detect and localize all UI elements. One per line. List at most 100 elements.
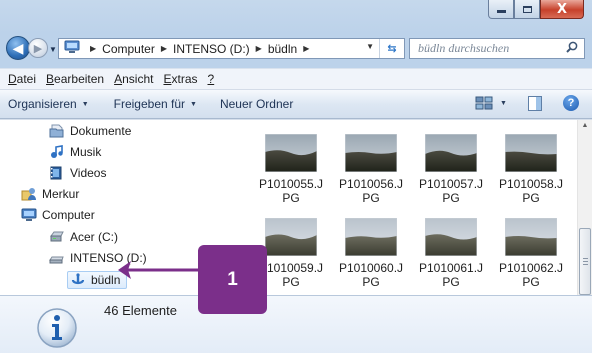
breadcrumb-budln[interactable]: büdln (268, 42, 297, 56)
search-box[interactable]: büdln durchsuchen (409, 38, 585, 59)
back-button[interactable]: ◀ (6, 36, 30, 60)
file-name-line: P1010056.J (338, 177, 404, 191)
organize-button[interactable]: Organisieren ▼ (8, 97, 89, 111)
folder-icon (70, 273, 86, 287)
file-name-line: PG (522, 191, 540, 205)
photo-thumbnail[interactable] (504, 133, 558, 173)
breadcrumb-separator-icon[interactable]: ▶ (161, 44, 167, 53)
preview-pane-button[interactable] (528, 96, 542, 114)
refresh-icon: ⇆ (387, 43, 397, 55)
file-name[interactable]: P1010062.J PG (496, 261, 566, 289)
file-name-line: P1010061.J (418, 261, 484, 275)
info-icon (35, 306, 79, 353)
refresh-button[interactable]: ⇆ (379, 39, 404, 58)
file-name-line: P1010057.J (418, 177, 484, 191)
search-icon[interactable] (566, 41, 578, 56)
photo-thumbnail[interactable] (504, 217, 558, 257)
videos-icon (49, 166, 65, 180)
file-name-line: PG (282, 191, 300, 205)
menu-extras[interactable]: Extras (163, 72, 197, 86)
file-name-line: P1010060.J (338, 261, 404, 275)
file-list-pane: P1010055.J PG P1010056.J PG P1010057.J PG P101… (244, 120, 592, 295)
tree-item-merkur[interactable]: Merkur (21, 187, 79, 201)
file-name[interactable]: P1010057.J PG (416, 177, 486, 205)
change-view-button[interactable]: ▼ (475, 96, 507, 110)
help-button[interactable]: ? (563, 95, 579, 111)
photo-thumbnail[interactable] (344, 133, 398, 173)
file-name-line: PG (362, 275, 380, 289)
breadcrumb-intenso[interactable]: INTENSO (D:) (173, 42, 250, 56)
address-bar[interactable]: ▶ Computer ▶ INTENSO (D:) ▶ büdln ▶ ▼ ⇆ (58, 38, 405, 59)
content-area: Dokumente Musik Videos Merkur Computer A… (0, 119, 592, 295)
photo-thumbnail[interactable] (424, 133, 478, 173)
address-dropdown-icon[interactable]: ▼ (366, 42, 374, 51)
file-name-line: PG (442, 275, 460, 289)
file-name[interactable]: P1010061.J PG (416, 261, 486, 289)
tree-item-videos[interactable]: Videos (49, 166, 106, 180)
minimize-button[interactable] (488, 0, 514, 19)
tree-item-intenso-drive[interactable]: INTENSO (D:) (49, 251, 147, 265)
minimize-icon (496, 10, 506, 13)
dropdown-arrow-icon: ▼ (81, 100, 89, 108)
computer-icon (21, 208, 37, 222)
photo-thumbnail[interactable] (424, 217, 478, 257)
maximize-icon (522, 5, 532, 13)
maximize-button[interactable] (514, 0, 540, 19)
share-button[interactable]: Freigeben für ▼ (114, 97, 197, 111)
drive-icon (49, 230, 65, 244)
file-name-line: PG (522, 275, 540, 289)
details-pane: 46 Elemente (0, 295, 592, 353)
computer-location-icon (64, 40, 80, 57)
tree-item-computer[interactable]: Computer (21, 208, 95, 222)
scroll-up-icon[interactable]: ▲ (578, 122, 592, 129)
view-options-icon (475, 96, 493, 110)
new-folder-button[interactable]: Neuer Ordner (220, 97, 293, 111)
menu-bearbeiten[interactable]: Bearbeiten (46, 72, 104, 86)
close-icon: X (556, 1, 568, 17)
file-name-line: P1010062.J (498, 261, 564, 275)
breadcrumb-separator-icon[interactable]: ▶ (303, 44, 309, 53)
forward-arrow-icon: ▶ (33, 42, 43, 55)
user-icon (21, 187, 37, 201)
file-name-line: P1010055.J (258, 177, 324, 191)
search-input[interactable]: büdln durchsuchen (410, 41, 566, 56)
file-name[interactable]: P1010055.J PG (256, 177, 326, 205)
explorer-window: X ◀ ▶ ▼ ▶ Computer ▶ INTENSO (D:) ▶ büdl… (0, 0, 592, 353)
file-name-line: PG (362, 191, 380, 205)
file-name-line: P1010058.J (498, 177, 564, 191)
close-button[interactable]: X (540, 0, 584, 19)
photo-thumbnail[interactable] (264, 133, 318, 173)
tree-item-budln[interactable]: büdln (67, 271, 128, 289)
menu-bar: Datei Bearbeiten Ansicht Extras ? (0, 68, 592, 90)
breadcrumb-separator-icon[interactable]: ▶ (256, 44, 262, 53)
dropdown-arrow-icon: ▼ (500, 99, 507, 107)
menu-help[interactable]: ? (208, 72, 215, 86)
dropdown-arrow-icon: ▼ (190, 100, 197, 108)
back-arrow-icon: ◀ (12, 39, 24, 56)
file-name[interactable]: P1010060.J PG (336, 261, 406, 289)
caption-buttons: X (488, 0, 584, 20)
tree-item-dokumente[interactable]: Dokumente (49, 124, 131, 138)
item-count: 46 Elemente (104, 303, 177, 318)
music-icon (49, 145, 65, 159)
recent-pages-dropdown[interactable]: ▼ (49, 45, 57, 54)
tree-item-acer-drive[interactable]: Acer (C:) (49, 230, 118, 244)
menu-datei[interactable]: Datei (8, 72, 36, 86)
tree-item-musik[interactable]: Musik (49, 145, 101, 159)
file-pane-scrollbar[interactable]: ▲ (577, 120, 592, 295)
navigation-pane: Dokumente Musik Videos Merkur Computer A… (0, 120, 228, 295)
forward-button[interactable]: ▶ (28, 38, 48, 58)
file-name[interactable]: P1010058.J PG (496, 177, 566, 205)
breadcrumb-computer[interactable]: Computer (102, 42, 155, 56)
photo-thumbnail[interactable] (344, 217, 398, 257)
help-icon: ? (567, 97, 575, 109)
removable-drive-icon (49, 251, 65, 265)
menu-ansicht[interactable]: Ansicht (114, 72, 153, 86)
documents-icon (49, 124, 65, 138)
photo-thumbnail[interactable] (264, 217, 318, 257)
breadcrumb-separator-icon[interactable]: ▶ (90, 44, 96, 53)
preview-pane-icon (528, 96, 542, 111)
file-name-line: PG (442, 191, 460, 205)
file-name[interactable]: P1010056.J PG (336, 177, 406, 205)
scroll-thumb[interactable] (579, 228, 591, 295)
